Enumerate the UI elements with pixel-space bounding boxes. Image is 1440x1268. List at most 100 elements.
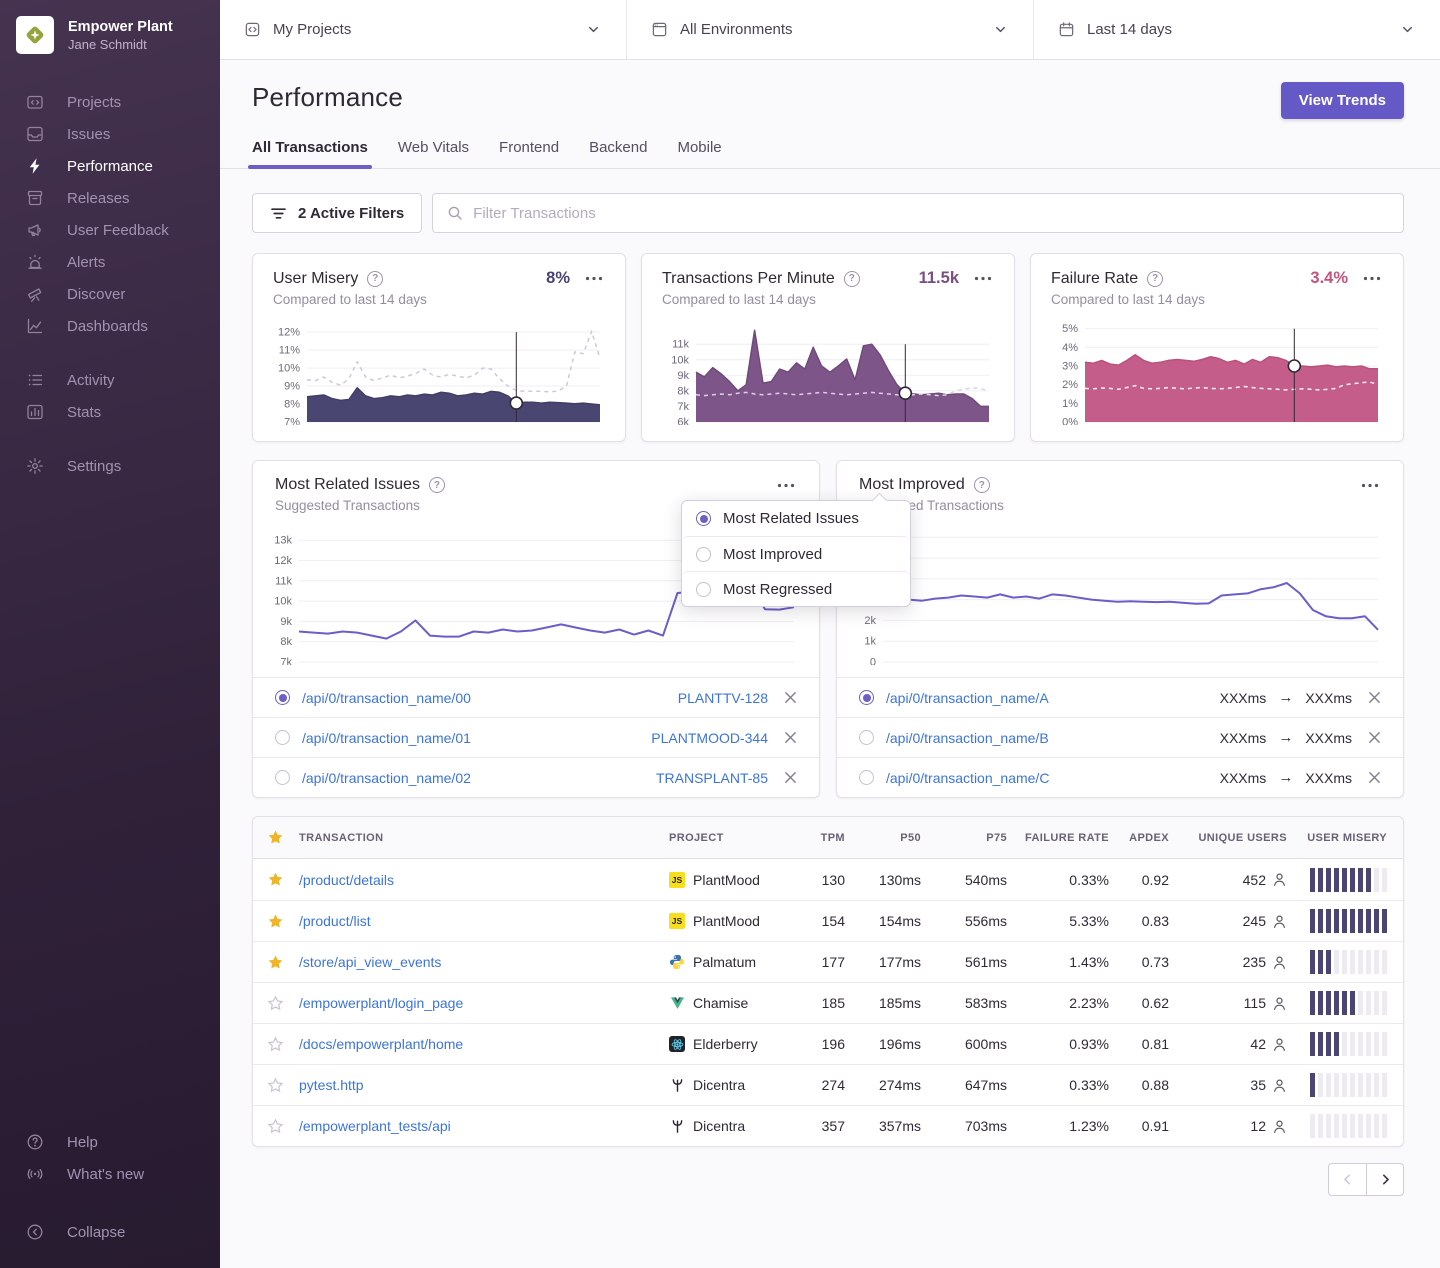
previous-page-button[interactable] [1328, 1163, 1366, 1196]
close-icon[interactable] [1368, 731, 1381, 744]
transaction-link[interactable]: /product/list [299, 913, 665, 929]
issue-tag-link[interactable]: PLANTMOOD-344 [651, 730, 768, 746]
duration-before: XXXms [1220, 730, 1267, 746]
column-header[interactable]: TPM [807, 832, 855, 844]
transaction-radio[interactable] [275, 770, 290, 785]
sidebar-item-activity[interactable]: Activity [0, 364, 220, 396]
transaction-link[interactable]: /api/0/transaction_name/A [886, 690, 1208, 706]
menu-radio[interactable] [696, 582, 711, 597]
column-header[interactable]: P50 [855, 832, 931, 844]
close-icon[interactable] [1368, 771, 1381, 784]
close-icon[interactable] [784, 731, 797, 744]
help-icon[interactable]: ? [844, 271, 860, 287]
issue-tag-link[interactable]: PLANTTV-128 [678, 690, 768, 706]
sidebar-item-alerts[interactable]: Alerts [0, 246, 220, 278]
sidebar-item-user-feedback[interactable]: User Feedback [0, 214, 220, 246]
close-icon[interactable] [784, 691, 797, 704]
column-header[interactable]: APDEX [1119, 832, 1179, 844]
transaction-link[interactable]: /docs/empowerplant/home [299, 1036, 665, 1052]
org-switcher[interactable]: Empower Plant Jane Schmidt [0, 16, 220, 54]
failure-rate-chart[interactable]: 5%4%3%2%1%0% [1051, 319, 1383, 425]
view-trends-button[interactable]: View Trends [1281, 82, 1404, 119]
widget-menu-button[interactable] [1359, 481, 1381, 490]
transaction-radio[interactable] [859, 770, 874, 785]
p50-value: 196ms [855, 1036, 931, 1052]
more-options-button[interactable] [1361, 274, 1383, 283]
widget-menu-button[interactable] [775, 481, 797, 490]
star-toggle[interactable] [253, 954, 297, 971]
star-column-header[interactable] [253, 829, 297, 846]
transaction-link[interactable]: pytest.http [299, 1077, 665, 1093]
user-misery-chart[interactable]: 12%11%10%9%8%7% [273, 319, 605, 425]
help-icon[interactable]: ? [1147, 271, 1163, 287]
sidebar-item-stats[interactable]: Stats [0, 396, 220, 428]
column-header[interactable]: UNIQUE USERS [1179, 832, 1297, 844]
tab-frontend[interactable]: Frontend [499, 139, 559, 168]
most-improved-chart[interactable]: 2k1k0 [849, 525, 1383, 665]
transaction-link[interactable]: /api/0/transaction_name/B [886, 730, 1208, 746]
transaction-link[interactable]: /product/details [299, 872, 665, 888]
tab-all-transactions[interactable]: All Transactions [252, 139, 368, 168]
issue-tag-link[interactable]: TRANSPLANT-85 [656, 770, 768, 786]
column-header[interactable]: FAILURE RATE [1017, 832, 1119, 844]
sidebar-collapse[interactable]: Collapse [0, 1216, 220, 1248]
help-icon[interactable]: ? [429, 477, 445, 493]
column-header[interactable]: USER MISERY [1297, 832, 1403, 844]
project-cell: Dicentra [667, 1118, 807, 1134]
transaction-radio[interactable] [859, 730, 874, 745]
related-transaction-row: /api/0/transaction_name/00 PLANTTV-128 [253, 677, 819, 717]
sidebar-item-dashboards[interactable]: Dashboards [0, 310, 220, 342]
more-options-button[interactable] [583, 274, 605, 283]
transaction-link[interactable]: /api/0/transaction_name/01 [302, 730, 639, 746]
column-header[interactable]: TRANSACTION [297, 832, 667, 844]
star-toggle[interactable] [253, 913, 297, 930]
apdex-value: 0.83 [1119, 913, 1179, 929]
tab-web-vitals[interactable]: Web Vitals [398, 139, 469, 168]
transaction-radio[interactable] [859, 690, 874, 705]
transaction-radio[interactable] [275, 730, 290, 745]
p50-value: 154ms [855, 913, 931, 929]
sidebar-item-releases[interactable]: Releases [0, 182, 220, 214]
transaction-radio[interactable] [275, 690, 290, 705]
sidebar-item-discover[interactable]: Discover [0, 278, 220, 310]
star-toggle[interactable] [253, 1036, 297, 1053]
star-toggle[interactable] [253, 1077, 297, 1094]
sidebar-item-performance[interactable]: Performance [0, 150, 220, 182]
column-header[interactable]: PROJECT [667, 832, 807, 844]
more-options-button[interactable] [972, 274, 994, 283]
menu-radio[interactable] [696, 547, 711, 562]
sidebar-item-whats-new[interactable]: What's new [0, 1158, 220, 1190]
tab-mobile[interactable]: Mobile [677, 139, 721, 168]
star-toggle[interactable] [253, 995, 297, 1012]
transaction-link[interactable]: /empowerplant/login_page [299, 995, 665, 1011]
transaction-link[interactable]: /api/0/transaction_name/00 [302, 690, 666, 706]
help-icon[interactable]: ? [367, 271, 383, 287]
sidebar-item-help[interactable]: Help [0, 1126, 220, 1158]
menu-item-most-regressed[interactable]: Most Regressed [682, 571, 910, 606]
transaction-link[interactable]: /api/0/transaction_name/C [886, 770, 1208, 786]
column-header[interactable]: P75 [931, 832, 1017, 844]
search-input[interactable] [473, 205, 1389, 222]
tpm-chart[interactable]: 11k10k9k8k7k6k [662, 319, 994, 425]
environments-icon [651, 21, 668, 38]
menu-item-most-improved[interactable]: Most Improved [682, 536, 910, 571]
transaction-link[interactable]: /empowerplant_tests/api [299, 1118, 665, 1134]
close-icon[interactable] [784, 771, 797, 784]
active-filters-button[interactable]: 2 Active Filters [252, 193, 422, 233]
tab-backend[interactable]: Backend [589, 139, 647, 168]
transaction-link[interactable]: /api/0/transaction_name/02 [302, 770, 644, 786]
help-icon[interactable]: ? [974, 477, 990, 493]
project-selector[interactable]: My Projects [220, 0, 627, 59]
sidebar-item-projects[interactable]: Projects [0, 86, 220, 118]
sidebar-item-settings[interactable]: Settings [0, 450, 220, 482]
close-icon[interactable] [1368, 691, 1381, 704]
sidebar-item-issues[interactable]: Issues [0, 118, 220, 150]
environment-selector[interactable]: All Environments [627, 0, 1034, 59]
menu-radio[interactable] [696, 511, 711, 526]
transaction-link[interactable]: /store/api_view_events [299, 954, 665, 970]
star-toggle[interactable] [253, 1118, 297, 1135]
menu-item-most-related-issues[interactable]: Most Related Issues [682, 501, 910, 536]
next-page-button[interactable] [1366, 1163, 1404, 1196]
star-toggle[interactable] [253, 871, 297, 888]
date-range-selector[interactable]: Last 14 days [1034, 0, 1440, 59]
